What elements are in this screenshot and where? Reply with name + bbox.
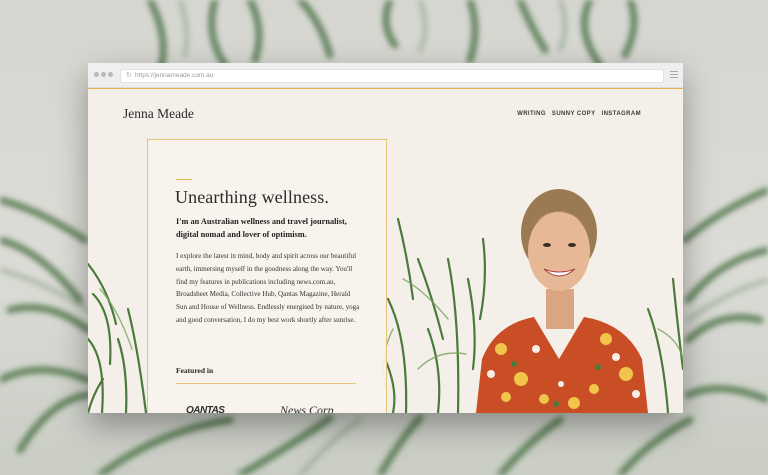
featured-divider xyxy=(176,383,356,384)
portrait-photo xyxy=(476,189,648,413)
nav-link-writing[interactable]: WRITING xyxy=(517,111,546,117)
bio-text: I explore the latest in mind, body and s… xyxy=(176,252,360,324)
address-url: https://jennameade.com.au xyxy=(135,72,214,79)
website-page: Jenna Meade WRITING SUNNY COPY INSTAGRAM… xyxy=(88,89,683,413)
browser-window: ↻ https://jennameade.com.au Jenna Meade … xyxy=(88,63,683,413)
qantas-logo[interactable]: QANTAS xyxy=(186,405,225,413)
heading-accent-rule xyxy=(176,179,192,180)
refresh-icon[interactable]: ↻ xyxy=(126,70,132,82)
window-dot-minimize[interactable] xyxy=(101,72,106,77)
nav-link-sunny-copy[interactable]: SUNNY COPY xyxy=(552,111,596,117)
nav-link-instagram[interactable]: INSTAGRAM xyxy=(602,111,642,117)
site-logo[interactable]: Jenna Meade xyxy=(123,106,194,122)
address-bar[interactable]: ↻ https://jennameade.com.au xyxy=(120,69,664,83)
intro-text: I'm an Australian wellness and travel jo… xyxy=(176,217,347,239)
window-dot-maximize[interactable] xyxy=(108,72,113,77)
featured-heading: Featured in xyxy=(176,366,214,375)
window-dot-close[interactable] xyxy=(94,72,99,77)
main-nav: WRITING SUNNY COPY INSTAGRAM xyxy=(517,111,641,117)
page-heading: Unearthing wellness. xyxy=(175,187,329,207)
intro-card: Unearthing wellness. I'm an Australian w… xyxy=(147,139,387,413)
browser-toolbar: ↻ https://jennameade.com.au xyxy=(88,63,683,88)
news-corp-logo[interactable]: News Corp xyxy=(280,403,334,413)
menu-icon[interactable] xyxy=(670,71,678,80)
